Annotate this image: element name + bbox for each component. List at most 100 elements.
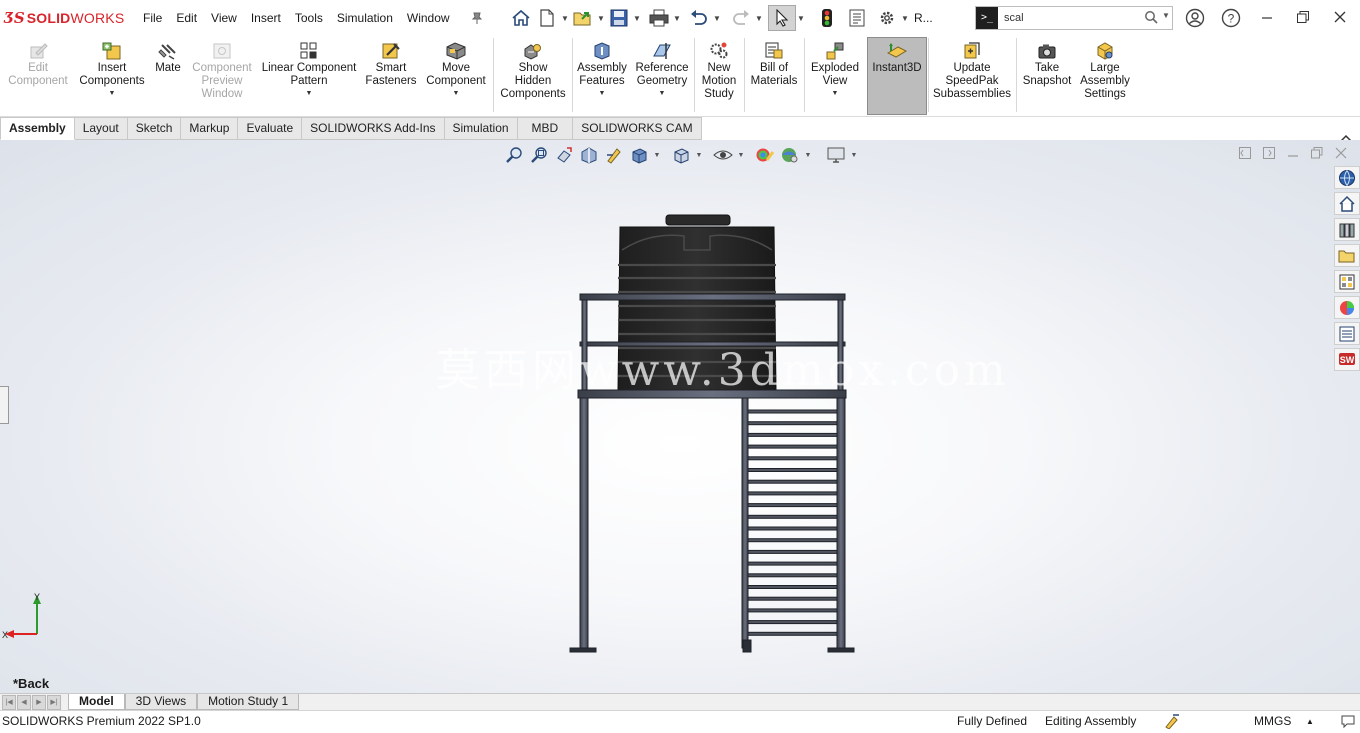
assembly-model-view[interactable]: [560, 210, 870, 660]
tab-mbd[interactable]: MBD: [517, 117, 574, 140]
show-hidden-components-button[interactable]: Show Hidden Components: [496, 38, 570, 114]
undo-button[interactable]: [686, 6, 712, 30]
update-speedpak-button[interactable]: Update SpeedPak Subassemblies: [931, 38, 1013, 114]
tab-layout[interactable]: Layout: [74, 117, 128, 140]
view-palette-tab[interactable]: [1334, 270, 1360, 293]
select-dropdown[interactable]: ▼: [796, 14, 806, 23]
tab-3d-views[interactable]: 3D Views: [124, 694, 198, 710]
solidworks-logo[interactable]: ƷS SOLIDWORKS: [4, 7, 124, 29]
status-message-button[interactable]: [1340, 713, 1356, 732]
move-component-dropdown-icon[interactable]: ▼: [453, 90, 460, 97]
menu-insert[interactable]: Insert: [244, 9, 288, 27]
access-ladder[interactable]: [741, 397, 838, 653]
last-tab-arrow-icon[interactable]: ▶|: [47, 695, 61, 710]
redo-dropdown[interactable]: ▼: [754, 14, 764, 23]
menu-file[interactable]: File: [136, 9, 169, 27]
platform-frame[interactable]: [569, 389, 855, 653]
menu-edit[interactable]: Edit: [169, 9, 204, 27]
units-up-arrow-icon[interactable]: ▲: [1306, 717, 1314, 726]
hide-show-dropdown-icon[interactable]: ▼: [737, 152, 745, 159]
help-button[interactable]: ?: [1221, 8, 1241, 31]
doc-minimize-icon[interactable]: [1286, 146, 1300, 160]
search-dropdown-icon[interactable]: ▼: [1162, 11, 1170, 20]
menu-window[interactable]: Window: [400, 9, 457, 27]
exploded-view-button[interactable]: Exploded View ▼: [807, 38, 863, 114]
hide-show-items-button[interactable]: [712, 145, 734, 165]
reference-geometry-dropdown-icon[interactable]: ▼: [659, 90, 666, 97]
reference-geometry-button[interactable]: Reference Geometry ▼: [632, 38, 692, 114]
view-orientation-button[interactable]: [628, 145, 650, 165]
linear-component-pattern-button[interactable]: Linear Component Pattern ▼: [258, 38, 360, 114]
insert-components-button[interactable]: Insert Components ▼: [76, 38, 148, 114]
zoom-to-area-button[interactable]: [528, 145, 550, 165]
exploded-view-dropdown-icon[interactable]: ▼: [832, 90, 839, 97]
unit-system-selector[interactable]: MMGS: [1254, 714, 1291, 728]
solidworks-resources-tab[interactable]: [1334, 166, 1360, 189]
view-orientation-dropdown-icon[interactable]: ▼: [653, 152, 661, 159]
search-input[interactable]: [1002, 9, 1126, 27]
rebuild-button[interactable]: [814, 6, 840, 30]
account-button[interactable]: [1185, 8, 1205, 31]
tab-motion-study-1[interactable]: Motion Study 1: [197, 694, 300, 710]
options-button[interactable]: [874, 6, 900, 30]
tab-assembly[interactable]: Assembly: [0, 117, 75, 140]
display-style-dropdown-icon[interactable]: ▼: [695, 152, 703, 159]
section-view-button[interactable]: [578, 145, 600, 165]
display-style-button[interactable]: [670, 145, 692, 165]
tile-right-icon[interactable]: [1262, 146, 1276, 160]
prev-tab-arrow-icon[interactable]: ◀: [17, 695, 31, 710]
rebuild-status-button[interactable]: [1164, 713, 1180, 732]
bill-of-materials-button[interactable]: Bill of Materials: [747, 38, 801, 114]
assembly-features-button[interactable]: Assembly Features ▼: [575, 38, 629, 114]
apply-scene-dropdown-icon[interactable]: ▼: [804, 152, 812, 159]
select-button[interactable]: [768, 5, 796, 31]
search-icon[interactable]: [1144, 10, 1158, 24]
feature-manager-expand-handle[interactable]: [0, 386, 9, 424]
move-component-button[interactable]: Move Component ▼: [422, 38, 490, 114]
doc-restore-icon[interactable]: [1310, 146, 1324, 160]
undo-dropdown[interactable]: ▼: [712, 14, 722, 23]
new-document-button[interactable]: [534, 6, 560, 30]
tile-left-icon[interactable]: [1238, 146, 1252, 160]
menu-simulation[interactable]: Simulation: [330, 9, 400, 27]
open-dropdown[interactable]: ▼: [596, 14, 606, 23]
restore-button[interactable]: [1296, 10, 1310, 27]
appearances-scenes-tab[interactable]: [1334, 296, 1360, 319]
take-snapshot-button[interactable]: Take Snapshot: [1019, 38, 1075, 114]
view-settings-button[interactable]: [825, 145, 847, 165]
tab-solidworks-addins[interactable]: SOLIDWORKS Add-Ins: [302, 117, 445, 140]
menu-view[interactable]: View: [204, 9, 244, 27]
design-library-tab[interactable]: [1334, 218, 1360, 241]
edit-component-button[interactable]: Edit Component: [6, 38, 70, 114]
save-dropdown[interactable]: ▼: [632, 14, 642, 23]
smart-fasteners-button[interactable]: Smart Fasteners: [362, 38, 420, 114]
file-properties-button[interactable]: [844, 6, 870, 30]
assembly-features-dropdown-icon[interactable]: ▼: [599, 90, 606, 97]
doc-close-icon[interactable]: [1334, 146, 1348, 160]
mate-button[interactable]: Mate: [150, 38, 186, 114]
solidworks-forum-tab[interactable]: SW: [1334, 348, 1360, 371]
new-dropdown[interactable]: ▼: [560, 14, 570, 23]
menu-tools[interactable]: Tools: [288, 9, 330, 27]
linear-pattern-dropdown-icon[interactable]: ▼: [306, 90, 313, 97]
first-tab-arrow-icon[interactable]: |◀: [2, 695, 16, 710]
instant3d-button[interactable]: Instant3D: [867, 37, 927, 115]
file-explorer-tab[interactable]: [1334, 244, 1360, 267]
tab-markup[interactable]: Markup: [181, 117, 239, 140]
tab-model[interactable]: Model: [68, 694, 125, 710]
print-dropdown[interactable]: ▼: [672, 14, 682, 23]
redo-button[interactable]: [728, 6, 754, 30]
view-settings-dropdown-icon[interactable]: ▼: [850, 152, 858, 159]
search-commands-box[interactable]: >_ ▼: [975, 6, 1173, 30]
options-dropdown[interactable]: ▼: [900, 14, 910, 23]
large-assembly-settings-button[interactable]: Large Assembly Settings: [1077, 38, 1133, 114]
recent-item-truncated[interactable]: R...: [914, 11, 933, 25]
apply-scene-button[interactable]: [779, 145, 801, 165]
open-button[interactable]: [570, 6, 596, 30]
edit-appearance-button[interactable]: [754, 145, 776, 165]
print-button[interactable]: [646, 6, 672, 30]
previous-view-button[interactable]: [553, 145, 575, 165]
tab-sketch[interactable]: Sketch: [127, 117, 182, 140]
home-button[interactable]: [508, 6, 534, 30]
graphics-area[interactable]: ▼ ▼ ▼ ▼ ▼ SW 莫西网www.3dmox.com Y X *Back: [0, 140, 1360, 693]
